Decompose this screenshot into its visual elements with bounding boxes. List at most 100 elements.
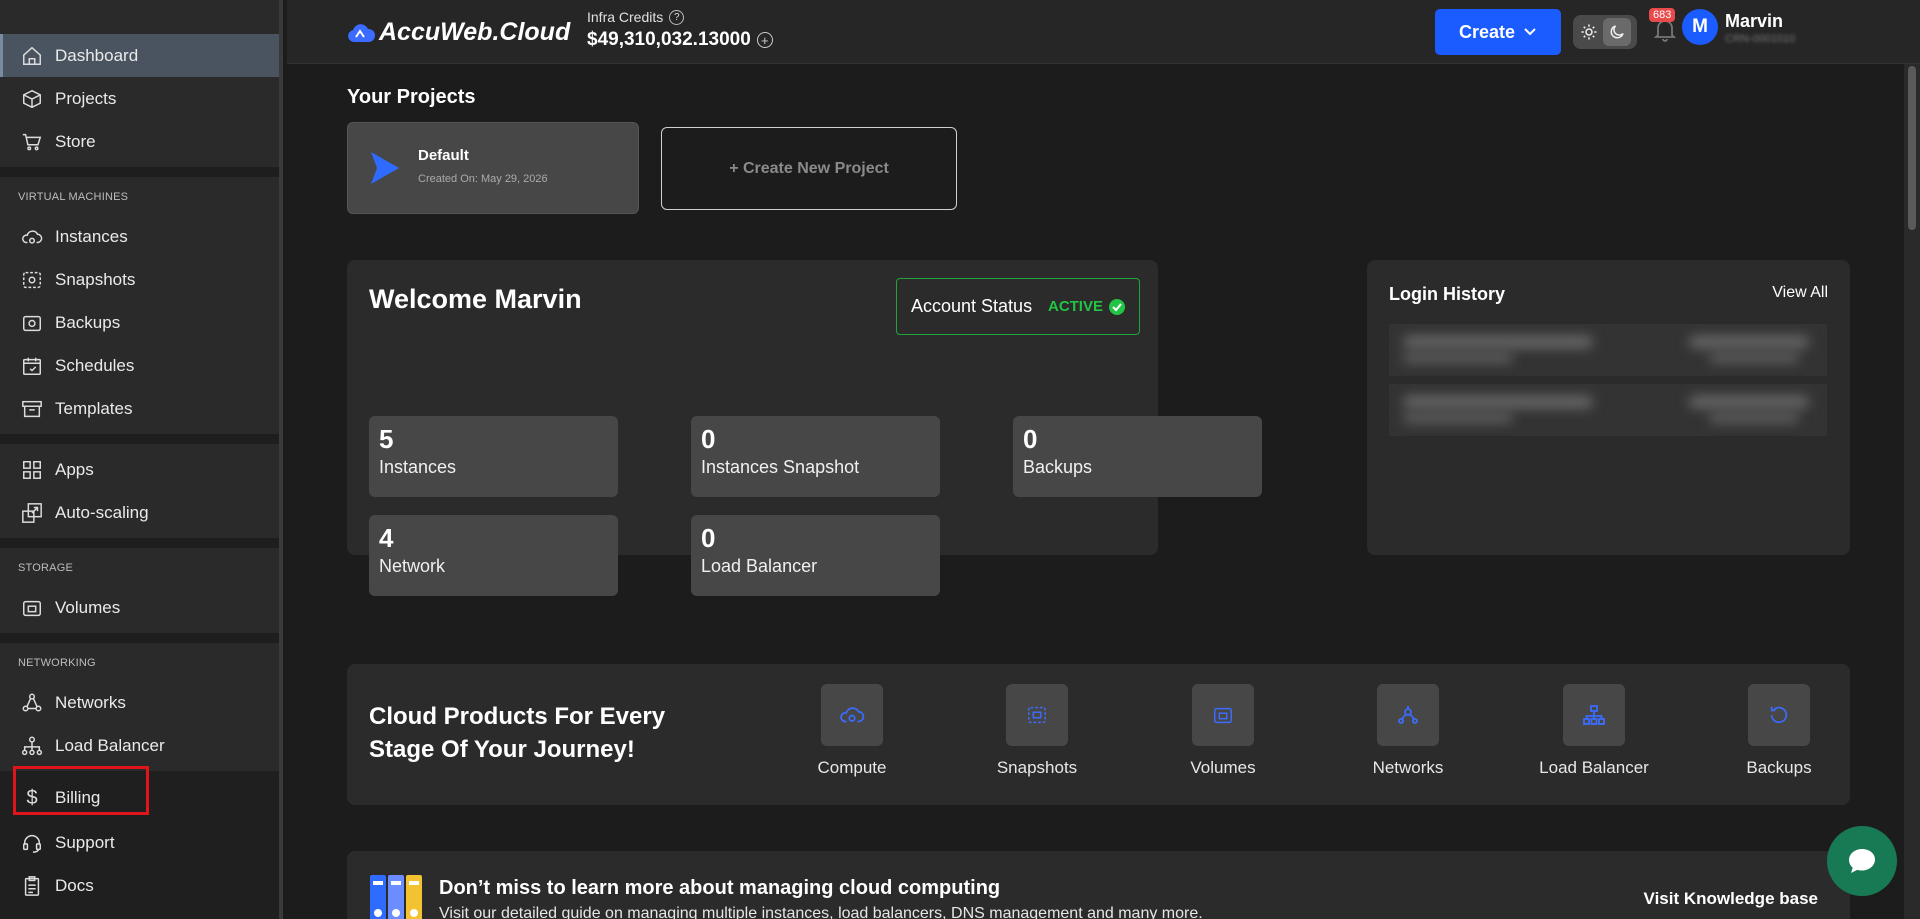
stat-card-backups[interactable]: 0 Backups [1013, 416, 1262, 497]
scrollbar[interactable] [1904, 64, 1920, 919]
product-load-balancer[interactable]: Load Balancer [1524, 684, 1664, 778]
credits-value: $49,310,032.13000 [587, 29, 751, 50]
sidebar-item-networks[interactable]: Networks [0, 681, 279, 724]
kb-title: Don’t miss to learn more about managing … [439, 877, 1001, 899]
sidebar-item-label: Projects [55, 88, 117, 108]
archive-icon [20, 397, 44, 421]
volume-icon [1192, 684, 1254, 746]
moon-icon[interactable] [1602, 18, 1631, 46]
login-history-row [1389, 384, 1827, 436]
knowledge-base-banner: Don’t miss to learn more about managing … [347, 851, 1850, 919]
section-title-vm: VIRTUAL MACHINES [0, 177, 279, 215]
sidebar-item-dashboard[interactable]: Dashboard [0, 34, 279, 77]
user-id: CRN-0001010 [1725, 33, 1796, 45]
stat-label: Instances Snapshot [701, 457, 860, 477]
stat-number: 0 [701, 523, 716, 553]
product-label: Compute [817, 758, 887, 777]
sidebar-item-snapshots[interactable]: Snapshots [0, 258, 279, 301]
sidebar-item-instances[interactable]: Instances [0, 215, 279, 258]
sidebar-item-load-balancer[interactable]: Load Balancer [0, 724, 279, 767]
sidebar-item-label: Templates [55, 398, 133, 418]
top-header: AccuWeb.Cloud Infra Credits ? $49,310,03… [287, 0, 1920, 64]
main-content: Your Projects Default Created On: May 29… [287, 64, 1920, 919]
kb-text: Visit our detailed guide on managing mul… [439, 905, 1203, 919]
stat-card-load-balancer[interactable]: 0 Load Balancer [691, 515, 940, 596]
account-status: Account Status ACTIVE [896, 278, 1140, 335]
billing-highlight-box [13, 766, 149, 815]
sidebar-item-label: Volumes [55, 597, 121, 617]
project-card-default[interactable]: Default Created On: May 29, 2026 [347, 122, 639, 214]
logo-text: AccuWeb.Cloud [379, 18, 571, 46]
create-new-project-button[interactable]: + Create New Project [661, 127, 957, 210]
sidebar-item-label: Dashboard [55, 45, 139, 65]
account-status-label: Account Status [911, 296, 1033, 316]
chevron-down-icon [1524, 28, 1536, 36]
login-history-panel: Login History View All [1367, 260, 1850, 555]
product-label: Backups [1746, 758, 1812, 777]
create-button[interactable]: Create [1435, 9, 1561, 55]
sidebar-item-volumes[interactable]: Volumes [0, 586, 279, 629]
stat-label: Network [379, 556, 446, 576]
stat-card-instances[interactable]: 5 Instances [369, 416, 618, 497]
sidebar-item-label: Backups [55, 312, 121, 332]
product-snapshots[interactable]: Snapshots [967, 684, 1107, 778]
headset-icon [20, 831, 44, 855]
product-compute[interactable]: Compute [782, 684, 922, 778]
stat-number: 5 [379, 424, 394, 454]
sidebar-item-apps[interactable]: Apps [0, 448, 279, 491]
cloud-gear-icon [20, 225, 44, 249]
sidebar-item-auto-scaling[interactable]: Auto-scaling [0, 491, 279, 534]
apps-grid-icon [20, 458, 44, 482]
projects-title: Your Projects [347, 86, 476, 108]
check-circle-icon [1109, 298, 1125, 315]
stat-card-network[interactable]: 4 Network [369, 515, 618, 596]
cube-icon [20, 87, 44, 111]
sidebar-group-vm: VIRTUAL MACHINES Instances Snapshots Bac… [0, 177, 279, 434]
sidebar-item-label: Snapshots [55, 269, 136, 289]
product-volumes[interactable]: Volumes [1153, 684, 1293, 778]
avatar[interactable]: M [1682, 9, 1718, 45]
credits-label: Infra Credits [587, 9, 664, 25]
stat-number: 4 [379, 523, 394, 553]
stat-label: Instances [379, 457, 457, 477]
sidebar-item-store[interactable]: Store [0, 120, 279, 163]
load-balancer-icon [1563, 684, 1625, 746]
sidebar-item-projects[interactable]: Projects [0, 77, 279, 120]
logo[interactable]: AccuWeb.Cloud [347, 18, 570, 47]
chat-button[interactable] [1827, 826, 1897, 896]
product-label: Networks [1372, 758, 1444, 777]
backup-icon [1748, 684, 1810, 746]
sidebar-group-apps: Apps Auto-scaling [0, 444, 279, 538]
welcome-title: Welcome Marvin [369, 284, 582, 314]
sun-icon[interactable] [1580, 23, 1598, 41]
sidebar-item-support[interactable]: Support [0, 821, 279, 864]
scrollbar-thumb[interactable] [1908, 66, 1916, 230]
stat-label: Backups [1023, 457, 1093, 477]
sidebar-item-backups[interactable]: Backups [0, 301, 279, 344]
user-name[interactable]: Marvin [1725, 11, 1783, 32]
product-backups[interactable]: Backups [1709, 684, 1849, 778]
snapshot-icon [20, 268, 44, 292]
project-name: Default [418, 147, 469, 164]
cart-icon [20, 130, 44, 154]
section-title-storage: STORAGE [0, 548, 279, 586]
account-status-value-row: ACTIVE [1048, 298, 1125, 315]
sidebar-item-label: Networks [55, 692, 126, 712]
product-networks[interactable]: Networks [1338, 684, 1478, 778]
product-label: Volumes [1190, 758, 1256, 777]
sidebar-item-templates[interactable]: Templates [0, 387, 279, 430]
sidebar: Dashboard Projects Store VIRTUAL MACHINE… [0, 0, 283, 919]
sidebar-item-docs[interactable]: Docs [0, 864, 279, 907]
help-icon[interactable]: ? [669, 9, 685, 25]
theme-toggle[interactable] [1573, 15, 1637, 49]
binders-icon [369, 873, 425, 919]
volume-icon [20, 596, 44, 620]
sidebar-item-label: Support [55, 832, 115, 852]
view-all-link[interactable]: View All [1772, 284, 1828, 302]
stat-card-instances-snapshot[interactable]: 0 Instances Snapshot [691, 416, 940, 497]
sidebar-item-label: Docs [55, 875, 94, 895]
add-credits-icon[interactable]: + [756, 32, 773, 48]
stat-label: Load Balancer [701, 556, 818, 576]
sidebar-item-schedules[interactable]: Schedules [0, 344, 279, 387]
visit-knowledge-base-link[interactable]: Visit Knowledge base [1644, 889, 1818, 909]
